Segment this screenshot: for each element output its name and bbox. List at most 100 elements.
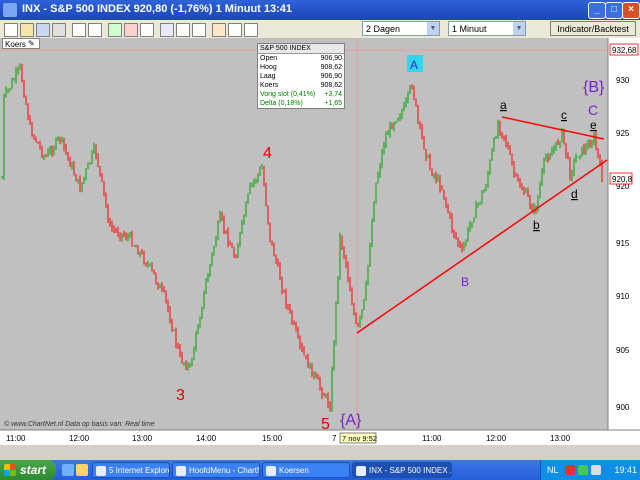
info-row: Vorig slot (0,41%) +3,74: [258, 90, 344, 99]
volume-icon[interactable]: [591, 465, 601, 475]
task-label: HoofdMenu - ChartNet: [189, 466, 259, 475]
interval-value: 1 Minuut: [452, 24, 487, 34]
bar-chart-icon[interactable]: [124, 23, 138, 37]
line-chart-icon[interactable]: [108, 23, 122, 37]
fibonacci-icon[interactable]: [192, 23, 206, 37]
chart-area[interactable]: 930 925 920 915 910 905 900 932,68 920,8…: [0, 38, 640, 444]
info-label: Delta (0,18%): [260, 100, 303, 107]
zoom-out-icon[interactable]: [88, 23, 102, 37]
info-value: 908,62: [320, 64, 342, 71]
period-select[interactable]: 2 Dagen ▼: [362, 21, 440, 36]
wave-label-a-lower: a: [500, 98, 507, 112]
x-tick: 11:00: [6, 434, 26, 443]
price-axis: [608, 38, 640, 430]
info-row: Koers 908,62: [258, 81, 344, 90]
system-tray: NL 19:41: [540, 460, 640, 480]
task-label: INX - S&P 500 INDEX ...: [369, 466, 452, 475]
x-tick: 15:00: [262, 434, 283, 443]
wave-label-c-lower: c: [561, 108, 567, 122]
open-icon[interactable]: [20, 23, 34, 37]
print-icon[interactable]: [52, 23, 66, 37]
candle-chart-icon[interactable]: [140, 23, 154, 37]
chartnet-icon: [356, 466, 366, 476]
x-tick: 12:00: [69, 434, 90, 443]
y-tick: 930: [616, 76, 630, 85]
info-row: Hoog 908,62: [258, 63, 344, 72]
show-desktop-icon[interactable]: [76, 464, 88, 476]
minimize-button[interactable]: _: [588, 2, 606, 19]
taskbar: start 5 Internet Explorer HoofdMenu - Ch…: [0, 460, 640, 480]
task-label: Koersen: [279, 466, 309, 475]
ie-icon[interactable]: [62, 464, 74, 476]
current-date-label: 7 nov 9:52: [342, 434, 377, 443]
chevron-down-icon: ▼: [427, 22, 439, 35]
wave-label-b-lower: b: [533, 218, 540, 232]
task-koersen[interactable]: Koersen: [262, 462, 350, 478]
title-bar: INX - S&P 500 INDEX 920,80 (-1,76%) 1 Mi…: [0, 0, 640, 20]
x-tick: 7: [332, 434, 337, 443]
tray-app-icon[interactable]: [565, 465, 575, 475]
status-bar: [0, 444, 640, 461]
help-icon[interactable]: [244, 23, 258, 37]
toolbar: 2 Dagen ▼ 1 Minuut ▼ Indicator/Backtest: [0, 20, 640, 39]
x-tick: 13:00: [550, 434, 571, 443]
period-value: 2 Dagen: [366, 24, 401, 34]
info-label: Vorig slot (0,41%): [260, 91, 316, 98]
indicator-backtest-button[interactable]: Indicator/Backtest: [550, 21, 636, 36]
chevron-down-icon: ▼: [513, 22, 525, 35]
chart-footer: © www.ChartNet.nl Data op basis van: Rea…: [4, 420, 155, 428]
windows-logo-icon: [4, 464, 16, 476]
info-label: Hoog: [260, 64, 277, 71]
high-price-label: 932,68: [612, 46, 637, 55]
task-label: 5 Internet Explorer: [109, 466, 170, 475]
info-value: 908,62: [320, 82, 342, 89]
x-tick: 14:00: [196, 434, 217, 443]
wave-label-c-upper: C: [588, 102, 598, 118]
wave-label-a-upper: A: [410, 58, 418, 72]
compare-icon[interactable]: [212, 23, 226, 37]
info-value: 906,90: [320, 73, 342, 80]
task-internet-explorer[interactable]: 5 Internet Explorer: [92, 462, 170, 478]
start-button[interactable]: start: [0, 460, 56, 480]
info-label: Open: [260, 55, 278, 62]
zoom-in-icon[interactable]: [72, 23, 86, 37]
close-button[interactable]: ×: [622, 2, 640, 19]
pin-icon[interactable]: ✎: [28, 39, 38, 48]
info-row: Laag 906,90: [258, 72, 344, 81]
last-price-label: 920,8: [612, 175, 633, 184]
chartnet-icon: [266, 466, 276, 476]
clock: 19:41: [614, 465, 637, 475]
chartnet-icon: [176, 466, 186, 476]
app-icon: [3, 3, 17, 17]
maximize-button[interactable]: □: [605, 2, 623, 19]
wave-label-e-lower: e: [590, 118, 597, 132]
save-icon[interactable]: [36, 23, 50, 37]
new-chart-icon[interactable]: [4, 23, 18, 37]
network-icon[interactable]: [578, 465, 588, 475]
series-label: Koers: [5, 40, 26, 49]
draw-line-icon[interactable]: [160, 23, 174, 37]
y-tick: 900: [616, 403, 630, 412]
wave-label-big-a: {A}: [340, 412, 362, 429]
wave-label-d-lower: d: [571, 187, 578, 201]
language-indicator[interactable]: NL: [547, 465, 559, 475]
info-value: +1,65: [324, 100, 342, 107]
interval-select[interactable]: 1 Minuut ▼: [448, 21, 526, 36]
y-tick: 925: [616, 129, 630, 138]
x-tick: 13:00: [132, 434, 153, 443]
task-inx-chart[interactable]: INX - S&P 500 INDEX ...: [352, 462, 452, 478]
text-tool-icon[interactable]: [176, 23, 190, 37]
settings-icon[interactable]: [228, 23, 242, 37]
task-hoofdmenu[interactable]: HoofdMenu - ChartNet: [172, 462, 260, 478]
x-tick: 11:00: [422, 434, 442, 443]
y-tick: 910: [616, 292, 630, 301]
info-row: Delta (0,18%) +1,65: [258, 99, 344, 108]
info-row: Open 906,90: [258, 54, 344, 63]
y-tick: 905: [616, 346, 630, 355]
start-label: start: [20, 463, 47, 477]
wave-label-big-b: {B}: [583, 79, 605, 96]
x-tick: 12:00: [486, 434, 507, 443]
info-label: Laag: [260, 73, 276, 80]
y-tick: 915: [616, 239, 630, 248]
info-value: 906,90: [320, 55, 342, 62]
